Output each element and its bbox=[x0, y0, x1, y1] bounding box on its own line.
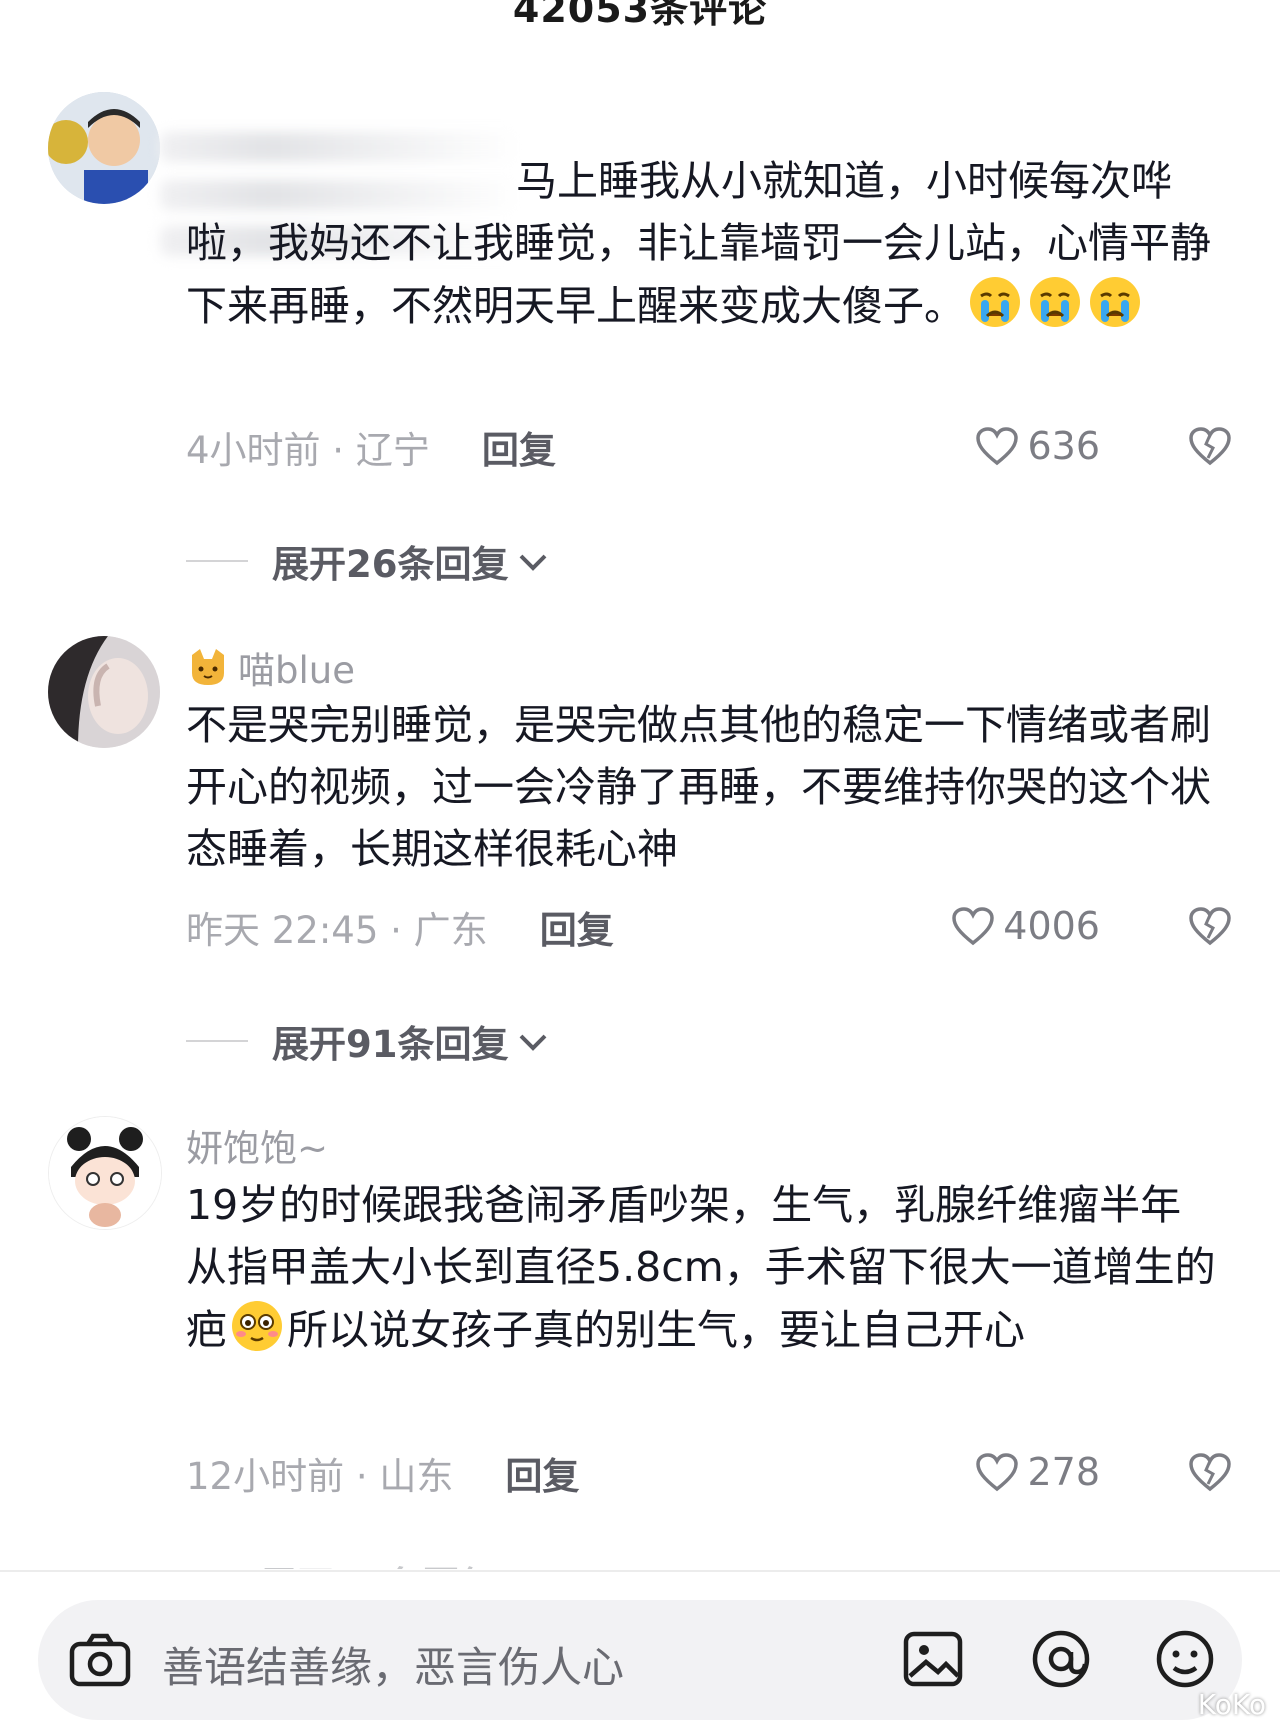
time-location: 12小时前 · 山东 bbox=[186, 1455, 454, 1498]
like-button[interactable]: 636 bbox=[975, 424, 1100, 468]
username[interactable]: 喵blue bbox=[186, 640, 355, 694]
time-location: 昨天 22:45 · 广东 bbox=[186, 909, 488, 952]
crying-face-icon bbox=[965, 277, 1145, 330]
chevron-down-icon bbox=[519, 554, 546, 571]
like-button[interactable]: 278 bbox=[975, 1450, 1100, 1494]
at-mention-icon[interactable] bbox=[1028, 1626, 1094, 1696]
dislike-button[interactable] bbox=[1188, 906, 1232, 950]
image-icon[interactable] bbox=[900, 1626, 966, 1696]
like-count: 278 bbox=[1027, 1450, 1100, 1494]
reply-button[interactable]: 回复 bbox=[540, 900, 614, 954]
heart-icon bbox=[976, 427, 1019, 466]
time-location: 4小时前 · 辽宁 bbox=[186, 429, 430, 472]
username[interactable]: 妍饱饱~ bbox=[186, 1118, 328, 1172]
broken-heart-icon bbox=[1189, 907, 1231, 946]
avatar[interactable] bbox=[48, 92, 160, 204]
chevron-down-icon bbox=[519, 1034, 546, 1051]
like-count: 636 bbox=[1027, 424, 1100, 468]
camera-icon[interactable] bbox=[66, 1626, 134, 1698]
reply-button[interactable]: 回复 bbox=[482, 420, 556, 474]
reply-button[interactable]: 回复 bbox=[505, 1446, 579, 1500]
comment-input[interactable]: 善语结善缘，恶言伤人心 bbox=[38, 1600, 1242, 1720]
heart-icon bbox=[976, 1453, 1019, 1492]
expand-replies-button[interactable]: 展开91条回复 bbox=[186, 1014, 551, 1068]
comment-text: 马上睡我从小就知道，小时候每次哗啦，我妈还不让我睡觉，非让靠墙罚一会儿站，心情平… bbox=[186, 157, 1211, 330]
comment-text: 19岁的时候跟我爸闹矛盾吵架，生气，乳腺纤维瘤半年从指甲盖大小长到直径5.8cm… bbox=[186, 1181, 1216, 1354]
avatar[interactable] bbox=[48, 636, 160, 748]
expand-replies-button[interactable]: 展开53条回复 bbox=[260, 1555, 497, 1569]
expand-replies-button[interactable]: 展开26条回复 bbox=[186, 534, 551, 588]
comment-text: 不是哭完别睡觉，是哭完做点其他的稳定一下情绪或者刷开心的视频，过一会冷静了再睡，… bbox=[186, 701, 1211, 873]
dislike-button[interactable] bbox=[1188, 1452, 1232, 1496]
watermark: KoKo bbox=[1197, 1688, 1266, 1721]
broken-heart-icon bbox=[1189, 427, 1231, 466]
dislike-button[interactable] bbox=[1188, 426, 1232, 470]
like-button[interactable]: 4006 bbox=[951, 904, 1100, 948]
cat-face-icon bbox=[192, 649, 224, 685]
like-count: 4006 bbox=[1003, 904, 1100, 948]
comments-header: 42053条评论 bbox=[512, 0, 768, 31]
divider bbox=[186, 1040, 248, 1042]
avatar[interactable] bbox=[48, 1116, 162, 1230]
emoji-icon[interactable] bbox=[1152, 1626, 1218, 1696]
input-placeholder: 善语结善缘，恶言伤人心 bbox=[162, 1643, 625, 1692]
heart-icon bbox=[952, 907, 995, 946]
broken-heart-icon bbox=[1189, 1453, 1231, 1492]
wide-eyed-face-icon bbox=[227, 1301, 287, 1354]
divider bbox=[186, 560, 248, 562]
comment-input-bar: 善语结善缘，恶言伤人心 bbox=[0, 1570, 1280, 1720]
